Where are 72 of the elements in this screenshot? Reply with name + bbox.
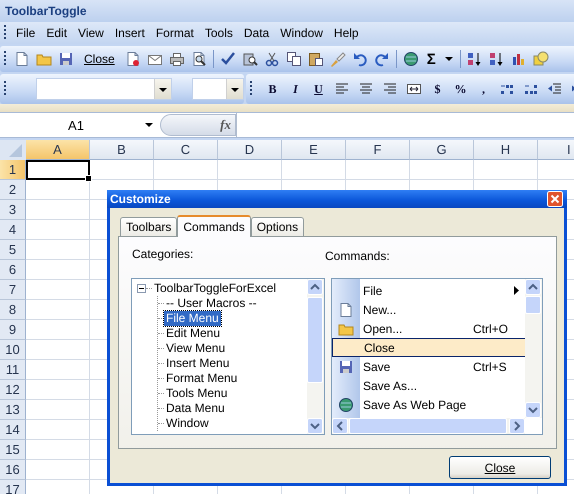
autosum-button[interactable]: Σ — [426, 50, 436, 68]
tree-item[interactable]: Window — [164, 416, 211, 431]
window-title: ToolbarToggle — [5, 4, 87, 18]
command-item[interactable]: Save As... — [332, 376, 525, 395]
column-header[interactable]: A — [26, 140, 90, 160]
commands-label: Commands: — [324, 249, 391, 265]
percent-button[interactable]: % — [453, 82, 468, 96]
insert-function-button[interactable]: fx — [220, 117, 231, 133]
row-header[interactable]: 12 — [0, 380, 26, 400]
tree-item[interactable]: Tools Menu — [164, 386, 230, 401]
currency-button[interactable]: $ — [430, 82, 445, 96]
tree-item[interactable]: ToolbarToggleForExcel — [152, 281, 278, 296]
command-item[interactable]: Close — [332, 338, 525, 357]
italic-button[interactable]: I — [288, 82, 303, 96]
menu-item[interactable]: File — [11, 26, 40, 40]
column-header[interactable]: C — [154, 140, 218, 160]
tab[interactable]: Toolbars — [120, 217, 178, 236]
menu-item[interactable]: Tools — [200, 26, 238, 40]
row-header[interactable]: 9 — [0, 320, 26, 340]
row-header[interactable]: 16 — [0, 460, 26, 480]
menu-item[interactable]: View — [73, 26, 109, 40]
column-header[interactable]: D — [218, 140, 282, 160]
tree-item[interactable]: -- User Macros -- — [164, 296, 259, 311]
row-header[interactable]: 10 — [0, 340, 26, 360]
command-item[interactable]: Open... Ctrl+O — [332, 319, 525, 338]
close-button[interactable]: Close — [84, 52, 115, 66]
command-item[interactable]: File — [332, 281, 525, 300]
row-header[interactable]: 8 — [0, 300, 26, 320]
categories-label: Categories: — [131, 247, 194, 263]
column-header[interactable]: F — [346, 140, 410, 160]
name-box[interactable]: A1 — [0, 114, 140, 136]
menu-item[interactable]: Edit — [41, 26, 72, 40]
row-header[interactable]: 17 — [0, 480, 26, 494]
row-header[interactable]: 7 — [0, 280, 26, 300]
row-header[interactable]: 4 — [0, 220, 26, 240]
tab[interactable]: Commands — [177, 215, 251, 237]
command-item[interactable]: Save Ctrl+S — [332, 357, 525, 376]
row-header[interactable]: 2 — [0, 180, 26, 200]
bold-button[interactable]: B — [265, 82, 280, 96]
comma-button[interactable]: , — [476, 82, 491, 96]
dialog-title: Customize — [110, 192, 171, 206]
close-button[interactable]: Close — [449, 456, 551, 479]
column-header[interactable]: B — [90, 140, 154, 160]
categories-list[interactable]: ToolbarToggleForExcel -- User Macros -- File Menu Edit Menu View Menu Insert Menu Format Menu Tools Menu Data Menu Window — [131, 278, 325, 435]
row-header[interactable]: 13 — [0, 400, 26, 420]
column-header[interactable]: G — [410, 140, 474, 160]
row-header[interactable]: 11 — [0, 360, 26, 380]
row-header[interactable]: 14 — [0, 420, 26, 440]
command-item[interactable]: Save As Web Page — [332, 395, 525, 414]
tree-item[interactable]: Edit Menu — [164, 326, 222, 341]
commands-list[interactable]: File New... Open... Ctrl+O Close Save Ctrl+S Save As... Save As Web Page — [331, 278, 543, 435]
row-header[interactable]: 3 — [0, 200, 26, 220]
column-header[interactable]: H — [474, 140, 538, 160]
tab[interactable]: Options — [250, 217, 304, 236]
column-header[interactable]: E — [282, 140, 346, 160]
row-header[interactable]: 6 — [0, 260, 26, 280]
row-header[interactable]: 1 — [0, 160, 26, 180]
row-header[interactable]: 15 — [0, 440, 26, 460]
tree-item[interactable]: Data Menu — [164, 401, 227, 416]
tree-item[interactable]: Format Menu — [164, 371, 240, 386]
tree-item[interactable]: View Menu — [164, 341, 228, 356]
column-header[interactable]: I — [538, 140, 574, 160]
row-header[interactable]: 5 — [0, 240, 26, 260]
tree-item[interactable]: Insert Menu — [164, 356, 232, 371]
menu-item[interactable]: Insert — [110, 26, 150, 40]
menu-item[interactable]: Format — [150, 26, 199, 40]
command-item[interactable]: New... — [332, 300, 525, 319]
menu-item[interactable]: Window — [275, 26, 328, 40]
underline-button[interactable]: U — [311, 82, 326, 96]
menu-item[interactable]: Help — [328, 26, 364, 40]
menu-item[interactable]: Data — [238, 26, 274, 40]
tree-item[interactable]: File Menu — [164, 311, 221, 326]
